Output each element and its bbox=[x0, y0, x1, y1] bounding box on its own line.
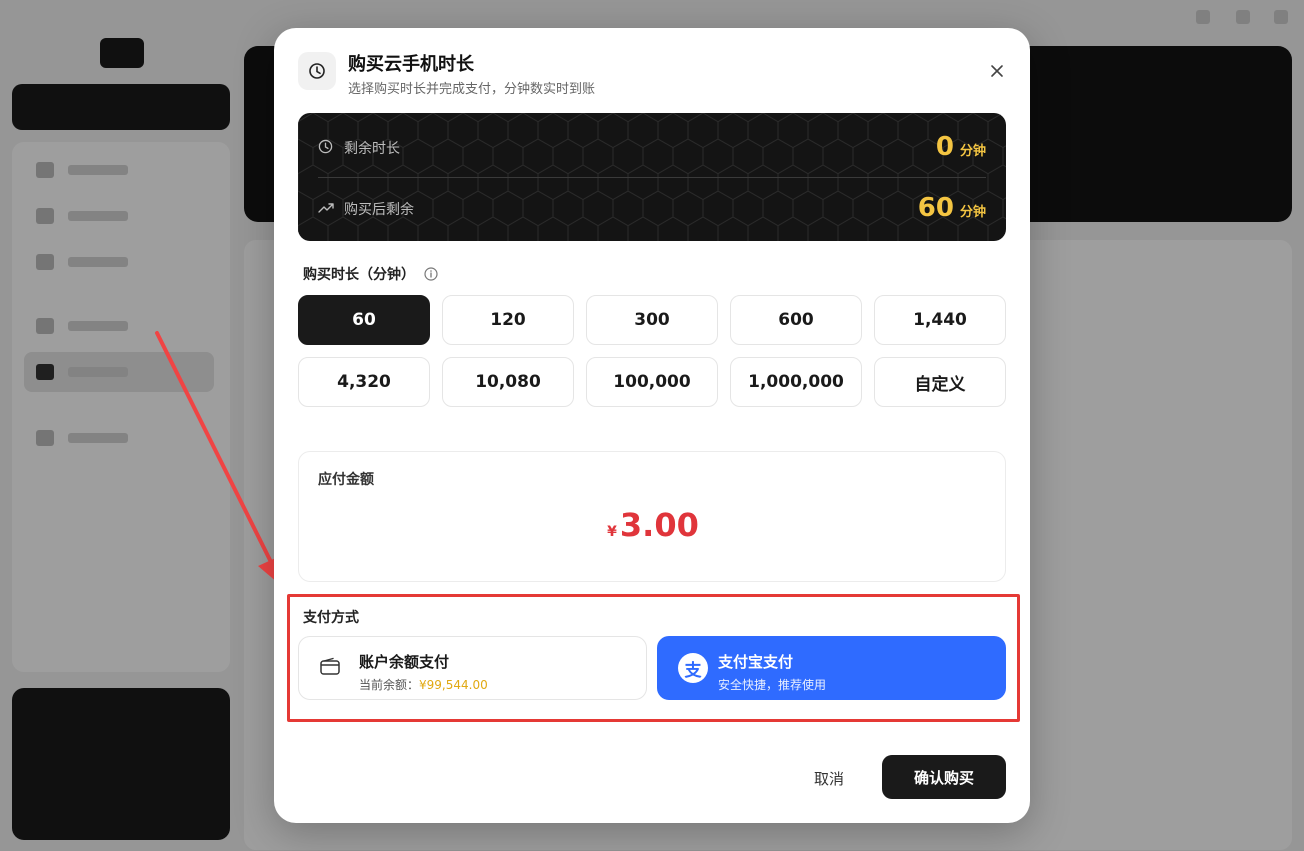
payment-balance-title: 账户余额支付 bbox=[359, 653, 450, 671]
balance-panel: 剩余时长 0 分钟 购买后剩余 60 分钟 bbox=[298, 113, 1006, 241]
payment-alipay-sub: 安全快捷，推荐使用 bbox=[718, 678, 827, 692]
info-icon[interactable] bbox=[424, 266, 438, 285]
amount-label: 应付金额 bbox=[318, 472, 374, 488]
payment-balance-sub: 当前余额：¥99,544.00 bbox=[359, 676, 488, 693]
remaining-row: 剩余时长 0 分钟 bbox=[318, 132, 986, 162]
confirm-purchase-button[interactable]: 确认购买 bbox=[882, 755, 1006, 799]
duration-label: 购买时长（分钟） bbox=[303, 267, 415, 283]
cancel-button[interactable]: 取消 bbox=[794, 763, 864, 793]
duration-option-60[interactable]: 60 bbox=[298, 295, 430, 345]
duration-option-custom[interactable]: 自定义 bbox=[874, 357, 1006, 407]
purchase-modal: 购买云手机时长 选择购买时长并完成支付，分钟数实时到账 剩余时长 0 分钟 购买… bbox=[274, 28, 1030, 823]
remaining-number: 0 bbox=[935, 132, 954, 162]
duration-option-1000000[interactable]: 1,000,000 bbox=[730, 357, 862, 407]
modal-title: 购买云手机时长 bbox=[348, 54, 474, 75]
clock-icon bbox=[298, 52, 336, 90]
balance-divider bbox=[318, 177, 986, 178]
amount-card: 应付金额 ¥3.00 bbox=[298, 451, 1006, 582]
duration-option-600[interactable]: 600 bbox=[730, 295, 862, 345]
duration-option-1440[interactable]: 1,440 bbox=[874, 295, 1006, 345]
remaining-value: 0 分钟 bbox=[936, 132, 986, 162]
wallet-icon bbox=[319, 657, 341, 681]
modal-subtitle: 选择购买时长并完成支付，分钟数实时到账 bbox=[348, 82, 596, 97]
current-balance-label: 当前余额： bbox=[359, 678, 420, 692]
duration-option-300[interactable]: 300 bbox=[586, 295, 718, 345]
clock-icon bbox=[318, 139, 333, 158]
duration-option-100000[interactable]: 100,000 bbox=[586, 357, 718, 407]
after-purchase-value: 60 分钟 bbox=[918, 193, 986, 223]
payment-option-alipay[interactable]: 支 支付宝支付 安全快捷，推荐使用 bbox=[657, 636, 1006, 700]
trend-up-icon bbox=[318, 200, 334, 219]
duration-option-10080[interactable]: 10,080 bbox=[442, 357, 574, 407]
after-purchase-row: 购买后剩余 60 分钟 bbox=[318, 193, 986, 223]
amount-currency: ¥ bbox=[607, 524, 617, 540]
after-purchase-number: 60 bbox=[917, 193, 954, 223]
amount-value: ¥3.00 bbox=[299, 506, 1007, 544]
close-icon bbox=[991, 65, 1003, 77]
after-purchase-label: 购买后剩余 bbox=[344, 202, 414, 218]
payment-alipay-title: 支付宝支付 bbox=[718, 653, 794, 671]
amount-number: 3.00 bbox=[619, 506, 699, 544]
close-button[interactable] bbox=[984, 58, 1010, 84]
remaining-label: 剩余时长 bbox=[344, 141, 400, 157]
after-purchase-unit: 分钟 bbox=[959, 205, 986, 220]
payment-option-balance[interactable]: 账户余额支付 当前余额：¥99,544.00 bbox=[298, 636, 647, 700]
duration-option-4320[interactable]: 4,320 bbox=[298, 357, 430, 407]
duration-option-120[interactable]: 120 bbox=[442, 295, 574, 345]
alipay-icon: 支 bbox=[678, 653, 708, 683]
current-balance-value: ¥99,544.00 bbox=[419, 678, 488, 692]
payment-label: 支付方式 bbox=[303, 610, 359, 626]
remaining-unit: 分钟 bbox=[959, 144, 986, 159]
